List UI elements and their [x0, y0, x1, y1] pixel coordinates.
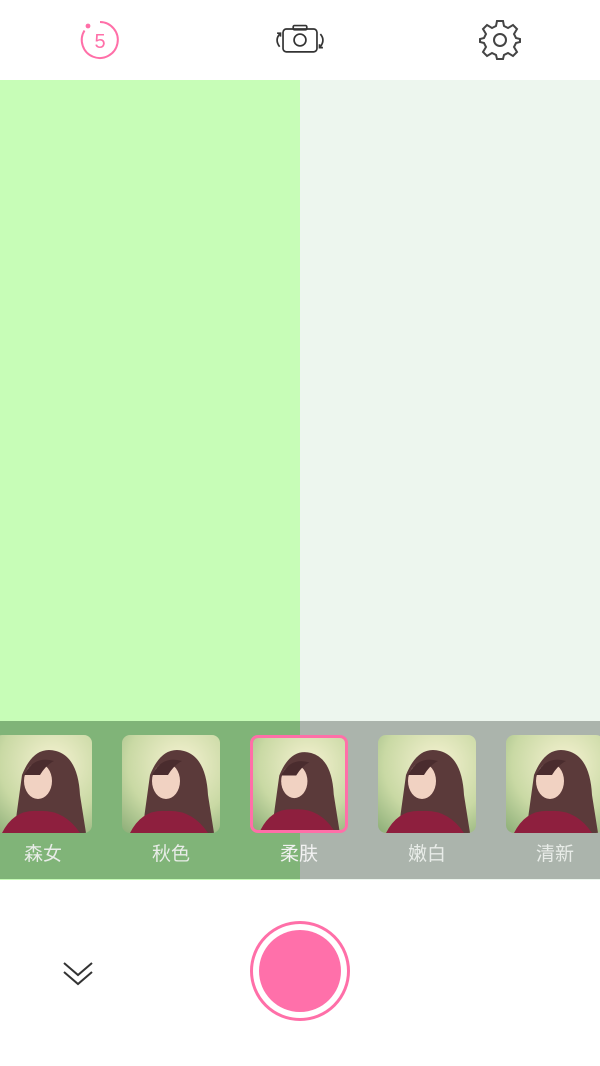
top-bar: 5 [0, 0, 600, 80]
filter-thumbnail [506, 735, 600, 833]
shutter-button-core [259, 930, 341, 1012]
camera-switch-icon [276, 24, 324, 53]
filter-thumbnail [250, 735, 348, 833]
filter-item[interactable]: 森女 [0, 721, 94, 879]
filter-thumbnail [378, 735, 476, 833]
filter-item[interactable]: 柔肤 [250, 721, 350, 879]
filter-label: 秋色 [151, 843, 190, 865]
shutter-button[interactable] [250, 921, 350, 1021]
filter-item[interactable]: 清新 [506, 721, 600, 879]
filter-thumbnail [0, 735, 92, 833]
gear-icon [479, 20, 521, 60]
filter-label: 清新 [535, 843, 574, 865]
filter-item[interactable]: 嫩白 [378, 721, 478, 879]
bottom-bar [0, 880, 600, 1066]
timer-icon: 5 [80, 21, 119, 59]
settings-button[interactable] [472, 12, 528, 68]
timer-value: 5 [94, 31, 105, 53]
filter-label: 森女 [23, 843, 62, 865]
filter-label: 柔肤 [279, 843, 318, 865]
filter-label: 嫩白 [407, 843, 446, 865]
timer-button[interactable]: 5 [72, 12, 128, 68]
filter-item[interactable]: 秋色 [122, 721, 222, 879]
switch-camera-button[interactable] [272, 12, 328, 68]
collapse-filters-button[interactable] [56, 952, 100, 996]
filter-strip[interactable]: 森女 秋色 柔肤 嫩白 清新 [0, 721, 600, 879]
filter-thumbnail [122, 735, 220, 833]
double-chevron-down-icon [63, 962, 93, 986]
